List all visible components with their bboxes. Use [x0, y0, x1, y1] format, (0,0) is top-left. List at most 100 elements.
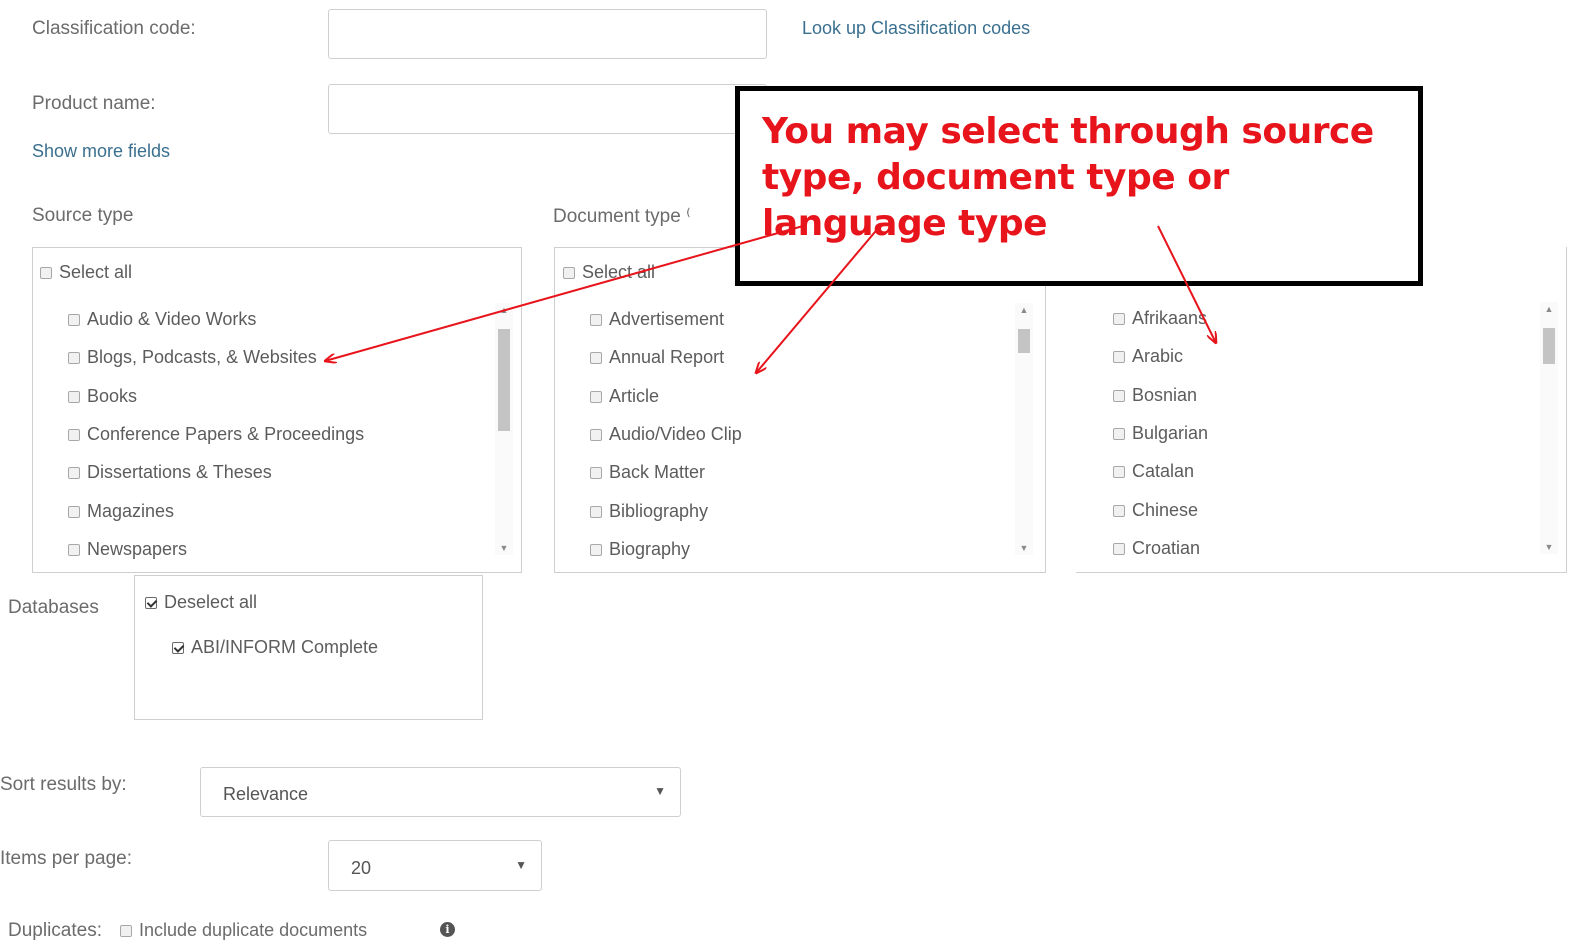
source-scrollbar[interactable]: ▲ ▼ [495, 303, 513, 555]
list-item[interactable]: Bosnian [1113, 385, 1197, 406]
checkbox-checked[interactable] [172, 642, 184, 654]
checkbox[interactable] [590, 429, 602, 441]
checkbox[interactable] [1113, 466, 1125, 478]
checkbox[interactable] [590, 467, 602, 479]
checkbox-checked[interactable] [145, 597, 157, 609]
checkbox[interactable] [563, 267, 575, 279]
checkbox[interactable] [68, 467, 80, 479]
items-per-page-label: Items per page: [0, 848, 133, 869]
annotation-callout: You may select through source type, docu… [735, 86, 1423, 286]
items-per-page-value: 20 [351, 858, 372, 878]
chevron-down-icon: ▼ [654, 784, 666, 798]
checkbox[interactable] [1113, 428, 1125, 440]
checkbox[interactable] [1113, 390, 1125, 402]
list-item[interactable]: Article [590, 386, 659, 407]
checkbox[interactable] [68, 544, 80, 556]
list-item[interactable]: Afrikaans [1113, 308, 1207, 329]
list-item[interactable]: Advertisement [590, 309, 724, 330]
checkbox[interactable] [590, 314, 602, 326]
select-all-text: Select all [582, 262, 656, 282]
option-label: Chinese [1132, 500, 1199, 520]
option-label: Arabic [1132, 346, 1184, 366]
list-item[interactable]: Blogs, Podcasts, & Websites [68, 347, 317, 368]
option-label: Newspapers [87, 539, 188, 559]
checkbox[interactable] [1113, 313, 1125, 325]
scroll-thumb[interactable] [1018, 329, 1030, 353]
source-type-panel: Select all Audio & Video Works Blogs, Po… [32, 247, 522, 573]
list-item[interactable]: Catalan [1113, 461, 1194, 482]
list-item[interactable]: Croatian [1113, 538, 1200, 559]
databases-deselect-all[interactable]: Deselect all [145, 592, 257, 613]
option-label: Dissertations & Theses [87, 462, 272, 482]
checkbox[interactable] [1113, 351, 1125, 363]
checkbox[interactable] [590, 544, 602, 556]
checkbox[interactable] [1113, 543, 1125, 555]
list-item[interactable]: Books [68, 386, 137, 407]
checkbox[interactable] [590, 506, 602, 518]
scroll-down-icon[interactable]: ▼ [1540, 540, 1558, 554]
checkbox[interactable] [68, 429, 80, 441]
databases-label: Databases [8, 597, 99, 618]
list-item[interactable]: Dissertations & Theses [68, 462, 272, 483]
list-item[interactable]: Bibliography [590, 501, 708, 522]
checkbox[interactable] [40, 267, 52, 279]
show-more-fields-link[interactable]: Show more fields [32, 141, 170, 162]
document-type-label-text: Document type [553, 206, 681, 227]
database-item[interactable]: ABI/INFORM Complete [172, 637, 378, 658]
option-label: Catalan [1132, 461, 1195, 481]
sort-label: Sort results by: [0, 774, 127, 795]
option-label: Back Matter [609, 462, 706, 482]
items-per-page-select[interactable]: 20 ▼ [328, 840, 542, 891]
option-label: Audio & Video Works [87, 309, 257, 329]
checkbox[interactable] [68, 506, 80, 518]
list-item[interactable]: Audio/Video Clip [590, 424, 742, 445]
option-label: Blogs, Podcasts, & Websites [87, 347, 317, 367]
include-duplicates-option[interactable]: Include duplicate documents [120, 920, 367, 941]
scroll-thumb[interactable] [498, 329, 510, 431]
product-name-input[interactable] [328, 84, 767, 134]
scroll-thumb[interactable] [1543, 328, 1555, 364]
document-select-all[interactable]: Select all [563, 262, 655, 283]
sort-select[interactable]: Relevance ▼ [200, 767, 681, 817]
language-panel: Afrikaans Arabic Bosnian Bulgarian Catal… [1076, 247, 1567, 573]
checkbox[interactable] [590, 391, 602, 403]
option-label: Conference Papers & Proceedings [87, 424, 365, 444]
classification-code-input[interactable] [328, 9, 767, 59]
info-icon[interactable]: i [440, 922, 455, 937]
list-item[interactable]: Newspapers [68, 539, 187, 560]
option-label: Bulgarian [1132, 423, 1209, 443]
list-item[interactable]: Magazines [68, 501, 174, 522]
scroll-down-icon[interactable]: ▼ [1015, 541, 1033, 555]
checkbox[interactable] [68, 314, 80, 326]
list-item[interactable]: Arabic [1113, 346, 1183, 367]
scroll-up-icon[interactable]: ▲ [495, 303, 513, 317]
option-label: Article [609, 386, 660, 406]
list-item[interactable]: Conference Papers & Proceedings [68, 424, 364, 445]
language-scrollbar[interactable]: ▲ ▼ [1540, 302, 1558, 554]
document-scrollbar[interactable]: ▲ ▼ [1015, 303, 1033, 555]
option-label: ABI/INFORM Complete [191, 637, 379, 657]
checkbox[interactable] [590, 352, 602, 364]
checkbox[interactable] [1113, 505, 1125, 517]
scroll-down-icon[interactable]: ▼ [495, 541, 513, 555]
list-item[interactable]: Chinese [1113, 500, 1198, 521]
lookup-classification-link[interactable]: Look up Classification codes [802, 18, 1030, 39]
checkbox[interactable] [68, 391, 80, 403]
checkbox[interactable] [120, 925, 132, 937]
list-item[interactable]: Bulgarian [1113, 423, 1208, 444]
duplicates-label: Duplicates: [8, 920, 102, 941]
option-label: Croatian [1132, 538, 1201, 558]
source-select-all[interactable]: Select all [40, 262, 132, 283]
option-label: Annual Report [609, 347, 725, 367]
databases-panel: Deselect all ABI/INFORM Complete [134, 575, 483, 720]
scroll-up-icon[interactable]: ▲ [1015, 303, 1033, 317]
list-item[interactable]: Biography [590, 539, 690, 560]
checkbox[interactable] [68, 352, 80, 364]
document-type-panel: Select all Advertisement Annual Report A… [554, 247, 1046, 573]
scroll-up-icon[interactable]: ▲ [1540, 302, 1558, 316]
option-label: Magazines [87, 501, 175, 521]
list-item[interactable]: Audio & Video Works [68, 309, 256, 330]
deselect-all-text: Deselect all [164, 592, 258, 612]
list-item[interactable]: Back Matter [590, 462, 705, 483]
list-item[interactable]: Annual Report [590, 347, 724, 368]
